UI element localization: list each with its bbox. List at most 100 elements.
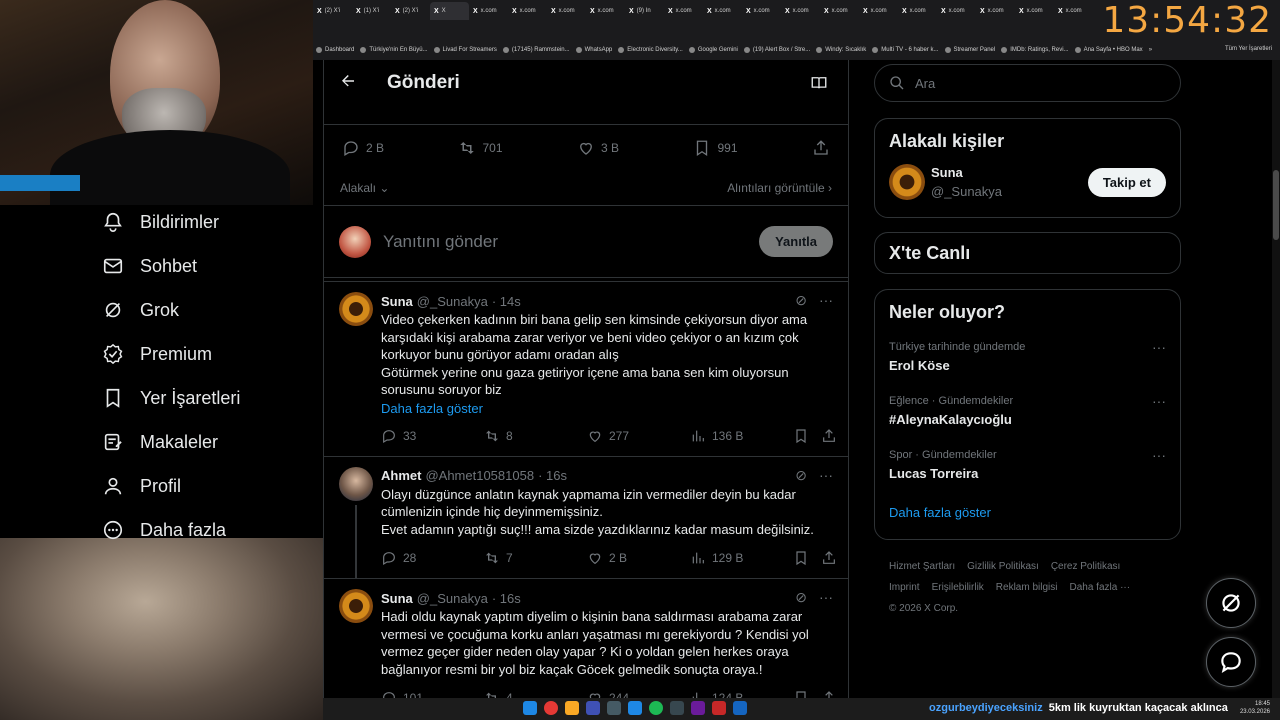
browser-tab[interactable]: X (2) X'i (391, 2, 430, 20)
browser-tab[interactable]: Xx.com (664, 2, 703, 20)
reply-tweet[interactable]: Suna @_Sunakya · 16s ⊘ ··· Hadi oldu kaynak y… (324, 579, 848, 700)
reply-tweet[interactable]: Suna @_Sunakya · 14s ⊘ ··· Video çekerken kad… (324, 282, 848, 457)
like-action[interactable]: 277 (587, 428, 690, 444)
repost-action[interactable]: 8 (484, 428, 587, 444)
browser-tab[interactable]: Xx.com (781, 2, 820, 20)
nav-item-bell[interactable]: Bildirimler (98, 200, 318, 244)
start-icon[interactable] (523, 701, 537, 715)
browser-tab[interactable]: Xx.com (1015, 2, 1054, 20)
bookmark-item[interactable]: Multi TV - 6 haber k... (872, 47, 939, 53)
back-arrow-icon[interactable] (339, 72, 379, 95)
bookmark-item[interactable]: (17145) Rammstein... (502, 47, 570, 53)
bookmark-item[interactable]: WhatsApp (575, 47, 612, 53)
reply-button[interactable]: Yanıtla (759, 226, 833, 257)
browser-tab[interactable]: Xx.com (469, 2, 508, 20)
author-handle[interactable]: @Ahmet10581058 (425, 468, 534, 483)
grok-icon[interactable]: ⊘ (795, 292, 807, 309)
views-action[interactable]: 129 B (690, 550, 793, 566)
footer-link[interactable]: Gizlilik Politikası (967, 561, 1039, 572)
author-handle[interactable]: @_Sunakya (417, 294, 488, 309)
browser-tab[interactable]: X (9) In (625, 2, 664, 20)
avatar[interactable] (339, 292, 373, 326)
bookmark-item[interactable]: Google Gemini (688, 47, 738, 53)
view-quotes-link[interactable]: Alıntıları görüntüle › (727, 181, 832, 195)
author-name[interactable]: Suna (381, 591, 413, 606)
app-icon[interactable] (670, 701, 684, 715)
more-options-icon[interactable]: ··· (819, 589, 833, 606)
share-action[interactable] (821, 428, 837, 444)
footer-link[interactable]: Daha fazla ··· (1069, 582, 1130, 593)
browser-tab[interactable]: Xx.com (508, 2, 547, 20)
browser-tab[interactable]: XX (430, 2, 469, 20)
bookmarks-overflow-button[interactable]: » (1149, 47, 1152, 53)
bookmark-item[interactable]: Ana Sayfa • HBO Max (1074, 47, 1143, 53)
bookmark-item[interactable]: Dashboard (316, 47, 354, 53)
browser-tab[interactable]: Xx.com (937, 2, 976, 20)
follow-button[interactable]: Takip et (1087, 167, 1166, 197)
grok-icon[interactable]: ⊘ (795, 589, 807, 606)
nav-item-more-circle[interactable]: Daha fazla (98, 508, 318, 552)
like-action[interactable]: 3 B (577, 139, 619, 157)
bookmark-action[interactable] (793, 550, 821, 566)
trend-item[interactable]: Spor · Gündemdekiler Lucas Torreira ··· (875, 443, 1180, 497)
reply-action[interactable]: 28 (381, 550, 484, 566)
bookmark-item[interactable]: Electronic Diversity... (618, 47, 683, 53)
bookmark-action[interactable] (793, 428, 821, 444)
bookmark-item[interactable]: Livad For Streamers (433, 47, 497, 53)
browser-tab[interactable]: X (2) X'i (313, 2, 352, 20)
app-icon[interactable] (712, 701, 726, 715)
spotify-icon[interactable] (649, 701, 663, 715)
related-person[interactable]: Suna @_Sunakya Takip et (875, 164, 1180, 212)
nav-item-verified[interactable]: Premium (98, 332, 318, 376)
like-action[interactable]: 2 B (587, 550, 690, 566)
footer-link[interactable]: Erişilebilirlik (932, 582, 984, 593)
grok-icon[interactable]: ⊘ (795, 467, 807, 484)
tweet-time[interactable]: · 14s (492, 294, 521, 309)
app-icon[interactable] (628, 701, 642, 715)
search-input[interactable]: Ara (874, 64, 1181, 102)
bookmark-action[interactable]: 991 (693, 139, 738, 157)
nav-item-bookmark[interactable]: Yer İşaretleri (98, 376, 318, 420)
browser-tab[interactable]: Xx.com (703, 2, 742, 20)
browser-tab[interactable]: Xx.com (742, 2, 781, 20)
bookmark-item[interactable]: Türkiye'nin En Büyü... (360, 47, 428, 53)
browser-tab[interactable]: Xx.com (586, 2, 625, 20)
views-action[interactable]: 136 B (690, 428, 793, 444)
footer-link[interactable]: Reklam bilgisi (996, 582, 1058, 593)
more-options-icon[interactable]: ··· (819, 292, 833, 309)
all-bookmarks-folder[interactable]: Tüm Yer İşaretleri (1225, 46, 1272, 52)
grok-fab[interactable] (1206, 578, 1256, 628)
share-action[interactable] (821, 550, 837, 566)
footer-link[interactable]: Hizmet Şartları (889, 561, 955, 572)
browser-tab[interactable]: Xx.com (820, 2, 859, 20)
reader-mode-icon[interactable] (810, 74, 828, 97)
author-name[interactable]: Ahmet (381, 468, 421, 483)
app-icon[interactable] (733, 701, 747, 715)
more-options-icon[interactable]: ··· (1152, 393, 1166, 409)
nav-item-article[interactable]: Makaleler (98, 420, 318, 464)
app-icon[interactable] (586, 701, 600, 715)
bookmark-item[interactable]: Streamer Panel (944, 47, 995, 53)
messages-fab[interactable] (1206, 637, 1256, 687)
author-name[interactable]: Suna (381, 294, 413, 309)
app-icon[interactable] (691, 701, 705, 715)
x-live-card[interactable]: X'te Canlı (874, 232, 1181, 274)
repost-action[interactable]: 7 (484, 550, 587, 566)
trend-item[interactable]: Eğlence · Gündemdekiler #AleynaKalaycıoğl… (875, 389, 1180, 443)
tweet-time[interactable]: · 16s (538, 468, 567, 483)
folder-icon[interactable] (565, 701, 579, 715)
author-handle[interactable]: @_Sunakya (417, 591, 488, 606)
reply-action[interactable]: 2 B (342, 139, 384, 157)
browser-tab[interactable]: X (1) X'i (352, 2, 391, 20)
tweet-time[interactable]: · 16s (492, 591, 521, 606)
nav-item-grok[interactable]: Grok (98, 288, 318, 332)
more-options-icon[interactable]: ··· (1152, 339, 1166, 355)
footer-link[interactable]: Çerez Politikası (1051, 561, 1120, 572)
show-more-link[interactable]: Daha fazla göster (381, 401, 837, 416)
bookmark-item[interactable]: Windy: Sıcaklık (816, 47, 866, 53)
avatar[interactable] (339, 589, 373, 623)
browser-tab[interactable]: Xx.com (976, 2, 1015, 20)
reply-input[interactable]: Yanıtını gönder (383, 232, 759, 252)
trend-item[interactable]: Türkiye tarihinde gündemde Erol Köse ··· (875, 335, 1180, 389)
browser-tab[interactable]: Xx.com (859, 2, 898, 20)
